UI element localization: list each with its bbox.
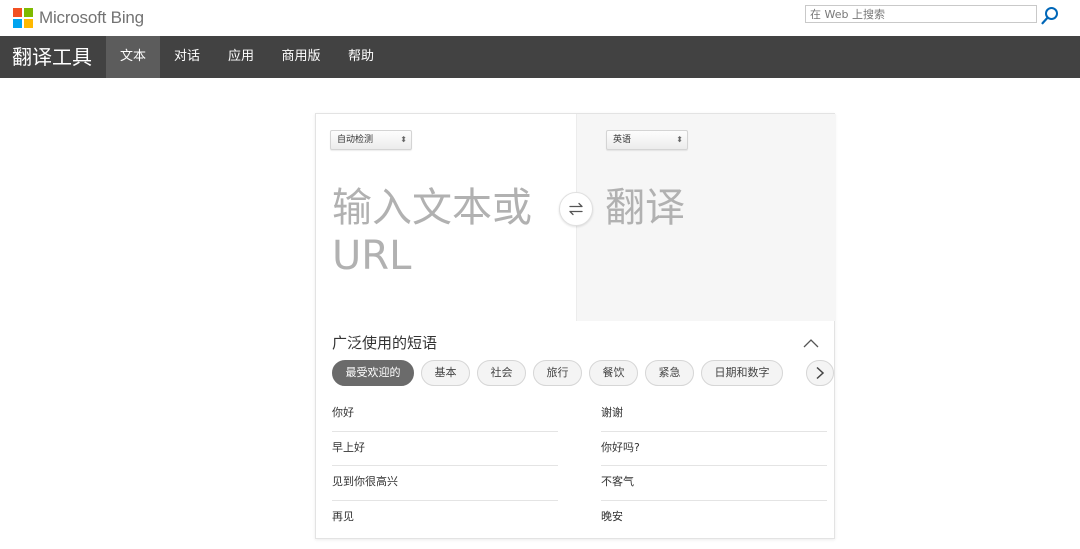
top-bar: Microsoft Bing xyxy=(0,0,1080,36)
target-language-label: 英语 xyxy=(613,135,632,145)
source-language-label: 自动检测 xyxy=(337,135,374,145)
tab-text[interactable]: 文本 xyxy=(106,36,160,78)
phrase-item[interactable]: 谢谢 xyxy=(601,397,827,432)
translation-output: 翻译 xyxy=(605,185,685,231)
phrases-heading: 广泛使用的短语 xyxy=(332,334,438,352)
phrase-item[interactable]: 早上好 xyxy=(332,432,558,466)
tab-conversation[interactable]: 对话 xyxy=(160,36,214,78)
category-chip-dates-numbers[interactable]: 日期和数字 xyxy=(701,360,783,386)
select-arrows-icon: ⬍ xyxy=(676,135,683,144)
chevron-right-icon xyxy=(816,366,825,380)
tab-help[interactable]: 帮助 xyxy=(334,36,388,78)
phrase-item[interactable]: 晚安 xyxy=(601,501,827,536)
category-chip-popular[interactable]: 最受欢迎的 xyxy=(332,360,414,386)
phrase-item[interactable]: 再见 xyxy=(332,501,558,536)
swap-arrows-icon xyxy=(569,202,583,216)
microsoft-logo-icon xyxy=(13,8,33,28)
category-chip-dining[interactable]: 餐饮 xyxy=(589,360,638,386)
phrase-item[interactable]: 不客气 xyxy=(601,466,827,501)
search-input[interactable] xyxy=(805,5,1037,23)
tab-business[interactable]: 商用版 xyxy=(268,36,334,78)
bing-logo[interactable]: Microsoft Bing xyxy=(13,7,144,29)
swap-languages-button[interactable] xyxy=(559,192,593,226)
source-language-select[interactable]: 自动检测 ⬍ xyxy=(330,130,412,150)
translator-card: 自动检测 ⬍ 输入文本或 URL 英语 ⬍ 翻译 广泛使用的短语 最受欢迎的 基… xyxy=(315,113,836,539)
phrase-item[interactable]: 你好吗? xyxy=(601,432,827,466)
tab-apps[interactable]: 应用 xyxy=(214,36,268,78)
phrase-list-right: 谢谢 你好吗? 不客气 晚安 xyxy=(601,397,827,535)
source-text-input[interactable]: 输入文本或 URL xyxy=(332,184,562,280)
phrase-list-left: 你好 早上好 见到你很高兴 再见 xyxy=(332,397,558,535)
category-chip-social[interactable]: 社会 xyxy=(477,360,526,386)
select-arrows-icon: ⬍ xyxy=(400,135,407,144)
next-categories-button[interactable] xyxy=(806,360,834,386)
phrase-item[interactable]: 你好 xyxy=(332,397,558,432)
target-pane: 英语 ⬍ 翻译 xyxy=(576,114,836,321)
phrase-item[interactable]: 见到你很高兴 xyxy=(332,466,558,501)
nav-bar: 翻译工具 文本 对话 应用 商用版 帮助 xyxy=(0,36,1080,78)
logo-text: Microsoft Bing xyxy=(39,8,144,27)
category-chip-basic[interactable]: 基本 xyxy=(421,360,470,386)
target-language-select[interactable]: 英语 ⬍ xyxy=(606,130,688,150)
search-icon[interactable] xyxy=(1040,6,1060,26)
app-title[interactable]: 翻译工具 xyxy=(12,36,92,78)
source-pane[interactable]: 自动检测 ⬍ 输入文本或 URL xyxy=(316,114,576,321)
category-chip-emergency[interactable]: 紧急 xyxy=(645,360,694,386)
category-chip-travel[interactable]: 旅行 xyxy=(533,360,582,386)
chevron-up-icon[interactable] xyxy=(802,336,820,350)
